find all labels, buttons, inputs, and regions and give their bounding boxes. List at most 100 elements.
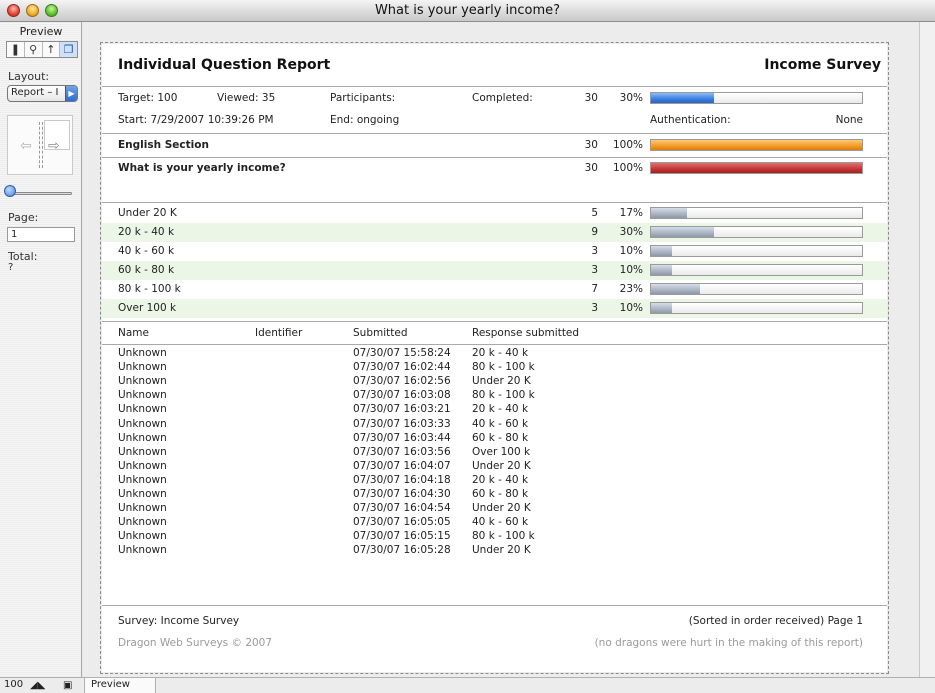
response-name: Unknown: [118, 530, 167, 542]
next-page-icon[interactable]: ⇨: [48, 138, 60, 154]
response-value: 80 k - 100 k: [472, 530, 535, 542]
status-toggle-icon[interactable]: ▣: [63, 680, 72, 691]
answer-bar-fill: [651, 246, 673, 256]
report-title: Individual Question Report: [118, 57, 331, 73]
authentication-value: None: [835, 114, 863, 126]
answer-bar: [650, 302, 863, 314]
section-percent: 100%: [612, 139, 643, 151]
completed-label: Completed:: [472, 92, 533, 104]
zoom-level[interactable]: 100: [4, 679, 23, 690]
find-mode-icon[interactable]: ⚲: [25, 42, 43, 57]
response-submitted: 07/30/07 16:04:07: [353, 460, 451, 472]
participants-stat: Participants:: [330, 92, 396, 104]
question-percent: 100%: [612, 162, 643, 174]
zoom-mountains-icon[interactable]: ◢◣: [30, 680, 45, 691]
book-navigator[interactable]: ⇦ ⇨: [7, 115, 73, 175]
answer-percent: 17%: [619, 207, 643, 219]
status-area: Preview ❚ ⚲ ↑ ❐ Layout: Report – I ▶ ⇦ ⇨…: [0, 22, 82, 677]
answer-label: Over 100 k: [118, 302, 177, 314]
answer-count: 3: [591, 264, 598, 276]
section-bar: [650, 139, 863, 151]
response-value: 80 k - 100 k: [472, 361, 535, 373]
layout-select[interactable]: Report – I ▶: [7, 85, 78, 102]
end-stat: End: ongoing: [330, 114, 400, 126]
response-name: Unknown: [118, 389, 167, 401]
response-name: Unknown: [118, 347, 167, 359]
response-value: 60 k - 80 k: [472, 432, 529, 444]
page-slider-knob[interactable]: [4, 185, 16, 197]
footer-survey: Survey: Income Survey: [118, 615, 240, 627]
column-header-response: Response submitted: [472, 327, 580, 339]
answer-count: 3: [591, 302, 598, 314]
divider: [102, 321, 887, 322]
section-count: 30: [584, 139, 598, 151]
response-name: Unknown: [118, 446, 167, 458]
answer-count: 5: [591, 207, 598, 219]
answer-percent: 10%: [619, 302, 643, 314]
response-value: Over 100 k: [472, 446, 531, 458]
title-bar[interactable]: What is your yearly income?: [0, 0, 935, 22]
start-stat: Start: 7/29/2007 10:39:26 PM: [118, 114, 274, 126]
completed-count: 30: [584, 92, 598, 104]
response-name: Unknown: [118, 516, 167, 528]
layout-select-value: Report – I: [11, 87, 59, 98]
answer-label: 80 k - 100 k: [118, 283, 181, 295]
column-header-identifier: Identifier: [255, 327, 303, 339]
completed-bar-fill: [651, 93, 715, 103]
response-name: Unknown: [118, 488, 167, 500]
answer-bar: [650, 207, 863, 219]
response-name: Unknown: [118, 375, 167, 387]
response-name: Unknown: [118, 544, 167, 556]
column-header-submitted: Submitted: [353, 327, 408, 339]
answer-bar: [650, 283, 863, 295]
response-value: 20 k - 40 k: [472, 403, 529, 415]
answer-percent: 30%: [619, 226, 643, 238]
response-name: Unknown: [118, 502, 167, 514]
response-name: Unknown: [118, 361, 167, 373]
chevron-right-icon: ▶: [65, 86, 77, 101]
content-area: Individual Question Report Income Survey…: [83, 22, 919, 677]
preview-mode-icon[interactable]: ❐: [60, 42, 77, 57]
section-name: English Section: [118, 139, 209, 151]
question-text: What is your yearly income?: [118, 162, 286, 174]
layout-mode-icon[interactable]: ↑: [43, 42, 61, 57]
response-value: 60 k - 80 k: [472, 488, 529, 500]
answer-bar: [650, 226, 863, 238]
vertical-scrollbar[interactable]: [919, 22, 935, 677]
response-submitted: 07/30/07 15:58:24: [353, 347, 451, 359]
divider: [102, 344, 887, 345]
page-slider-track[interactable]: [6, 192, 72, 195]
divider: [102, 202, 887, 203]
answer-bar-fill: [651, 208, 687, 218]
total-value: ?: [8, 262, 14, 273]
answer-label: 40 k - 60 k: [118, 245, 175, 257]
answer-count: 7: [591, 283, 598, 295]
question-count: 30: [584, 162, 598, 174]
layout-label: Layout:: [8, 70, 50, 83]
response-value: Under 20 K: [472, 375, 531, 387]
response-submitted: 07/30/07 16:05:15: [353, 530, 451, 542]
answer-label: 60 k - 80 k: [118, 264, 175, 276]
mode-tools: ❚ ⚲ ↑ ❐: [6, 41, 78, 58]
answer-bar-fill: [651, 227, 715, 237]
response-submitted: 07/30/07 16:05:28: [353, 544, 451, 556]
page-number-field[interactable]: 1: [7, 227, 75, 242]
mode-popup[interactable]: Preview: [84, 678, 156, 693]
mode-title: Preview: [19, 25, 63, 38]
question-bar: [650, 162, 863, 174]
response-value: 20 k - 40 k: [472, 347, 529, 359]
footer-copyright: Dragon Web Surveys © 2007: [118, 637, 273, 649]
completed-bar: [650, 92, 863, 104]
footer-note: (no dragons were hurt in the making of t…: [594, 637, 863, 649]
previous-page-icon[interactable]: ⇦: [20, 138, 32, 154]
response-submitted: 07/30/07 16:03:21: [353, 403, 451, 415]
answer-label: Under 20 K: [118, 207, 177, 219]
divider: [102, 157, 887, 158]
response-name: Unknown: [118, 460, 167, 472]
window-title: What is your yearly income?: [374, 3, 561, 18]
response-submitted: 07/30/07 16:04:30: [353, 488, 451, 500]
browse-mode-icon[interactable]: ❚: [7, 42, 25, 57]
completed-percent: 30%: [619, 92, 643, 104]
response-submitted: 07/30/07 16:02:44: [353, 361, 451, 373]
book-spine-icon: [39, 122, 43, 168]
